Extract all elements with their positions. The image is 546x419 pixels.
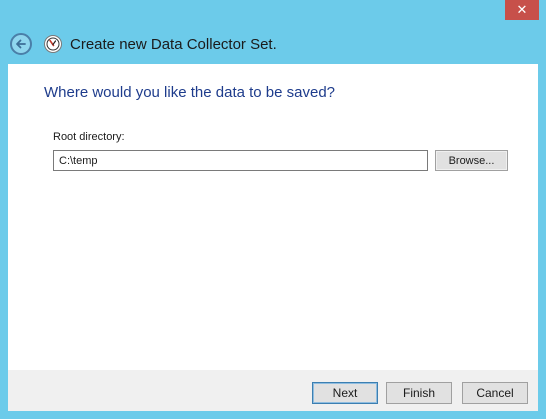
page-heading: Where would you like the data to be save… — [44, 84, 336, 101]
close-icon: ✕ — [516, 2, 528, 18]
performance-monitor-icon — [44, 35, 62, 53]
next-button[interactable]: Next — [312, 382, 378, 404]
back-arrow-icon — [16, 39, 26, 49]
wizard-footer: Next Finish Cancel — [8, 370, 538, 411]
window-title: Create new Data Collector Set. — [70, 35, 277, 53]
wizard-window: ✕ Create new Data Collector Set. Where w… — [0, 0, 546, 419]
close-button[interactable]: ✕ — [505, 0, 539, 20]
cancel-button[interactable]: Cancel — [462, 382, 528, 404]
wizard-content: Where would you like the data to be save… — [8, 64, 538, 370]
root-directory-input[interactable] — [53, 150, 428, 171]
finish-button[interactable]: Finish — [386, 382, 452, 404]
back-button[interactable] — [10, 33, 32, 55]
root-directory-label: Root directory: — [53, 131, 125, 143]
wizard-header: Create new Data Collector Set. — [8, 30, 538, 58]
browse-button[interactable]: Browse... — [435, 150, 508, 171]
